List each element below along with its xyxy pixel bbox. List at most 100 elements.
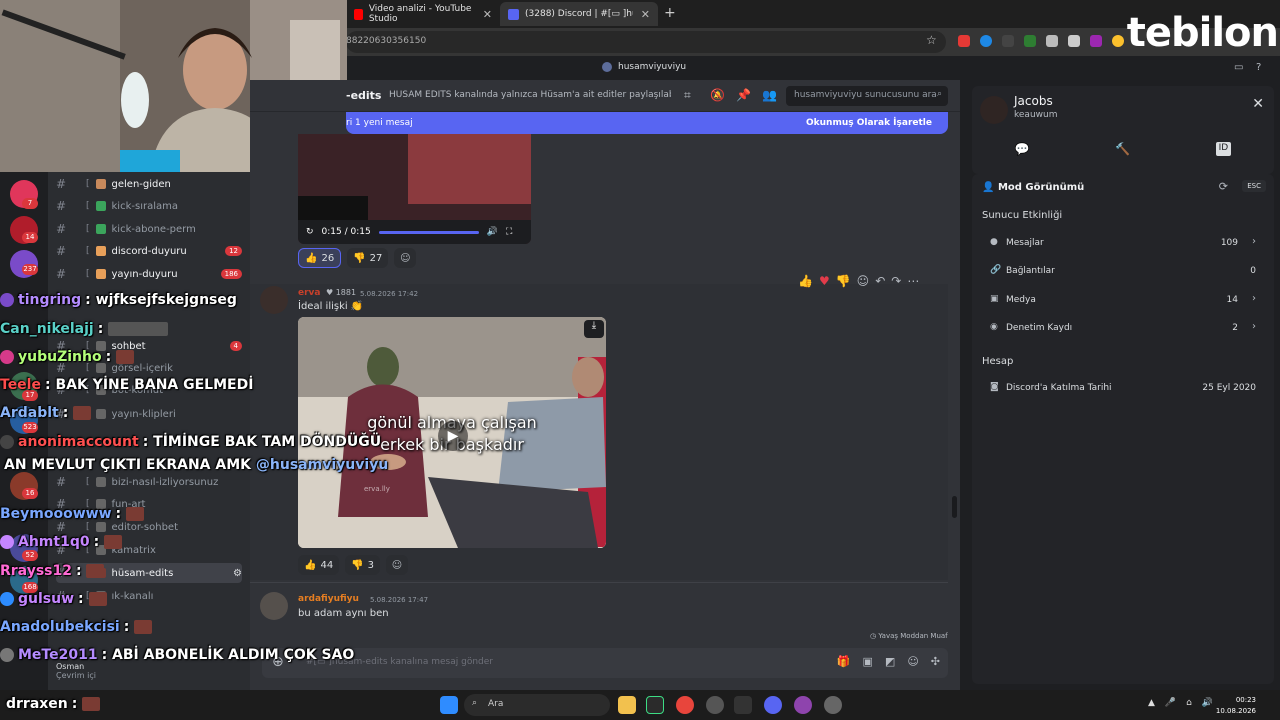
message-bubble-icon[interactable]: 💬: [1015, 142, 1030, 156]
apps-icon[interactable]: ✣: [931, 655, 940, 668]
channel-item[interactable]: # [kick-sıralama: [56, 196, 242, 216]
user-panel[interactable]: Osman Çevrim içi: [56, 662, 96, 680]
gif-icon[interactable]: ▣: [863, 655, 873, 668]
channel-topic[interactable]: HÜSAM EDİTS kanalında yalnızca Hüsam'a a…: [389, 90, 671, 100]
channel-item[interactable]: # [gelen-giden: [56, 174, 242, 194]
hammer-icon[interactable]: 🔨: [1115, 142, 1130, 156]
tab-discord[interactable]: (3288) Discord | #[▭ ]hüsam-e ✕: [500, 2, 658, 26]
sticker-icon[interactable]: ◩: [885, 655, 895, 668]
mention-badge: 186: [220, 269, 242, 279]
obs-icon[interactable]: [794, 696, 812, 714]
activity-row-media[interactable]: ▣ Medya 14 ›: [982, 291, 1262, 311]
reaction-thumbs-up[interactable]: 👍 26: [298, 248, 342, 268]
pin-icon[interactable]: 📌: [736, 88, 751, 102]
extension-icon[interactable]: [1046, 35, 1058, 47]
help-icon[interactable]: ?: [1256, 62, 1261, 73]
emoji-icon: [95, 477, 106, 487]
chevron-up-icon[interactable]: ▲: [1148, 698, 1155, 708]
terminal-icon[interactable]: [734, 696, 752, 714]
gift-icon[interactable]: 🎁: [837, 655, 851, 668]
windows-start-icon[interactable]: [440, 696, 458, 714]
chat-emote: [108, 322, 169, 336]
more-icon[interactable]: ⋯: [907, 274, 919, 288]
close-icon[interactable]: ✕: [1252, 96, 1264, 112]
reaction-thumbs-down[interactable]: 👎 27: [347, 248, 389, 268]
members-icon[interactable]: 👥: [762, 88, 777, 102]
bracket: [: [86, 477, 90, 487]
new-messages-bar[interactable]: ri 1 yeni mesaj Okunmuş Olarak İşaretle: [346, 112, 948, 134]
inbox-icon[interactable]: ▭: [1234, 62, 1243, 73]
download-icon[interactable]: ⤓: [584, 320, 604, 338]
replay-icon[interactable]: ↻: [306, 227, 314, 237]
threads-icon[interactable]: ⌗: [684, 88, 691, 103]
tab-youtube-studio[interactable]: Video analizi - YouTube Studio ✕: [346, 2, 500, 26]
app-icon[interactable]: [824, 696, 842, 714]
extension-icon[interactable]: [1002, 35, 1014, 47]
activity-row-audit-log[interactable]: ◉ Denetim Kaydı 2 ›: [982, 319, 1262, 339]
add-reaction-icon[interactable]: ☺: [857, 274, 870, 288]
activity-row-messages[interactable]: ● Mesajlar 109 ›: [982, 234, 1262, 254]
new-tab-button[interactable]: +: [664, 5, 676, 21]
hash-icon: #: [56, 520, 67, 534]
reply-icon[interactable]: ↶: [875, 274, 885, 288]
file-explorer-icon[interactable]: [618, 696, 636, 714]
scrollbar[interactable]: [952, 496, 957, 518]
emoji-icon[interactable]: ☺: [907, 655, 918, 668]
chat-message: : ABİ ABONELİK ALDIM ÇOK SAO: [101, 647, 355, 663]
network-icon[interactable]: ⌂: [1186, 698, 1192, 708]
extension-icon[interactable]: [980, 35, 992, 47]
mod-view-section: 👤 Mod Görünümü ⟳ ESC Sunucu Etkinliği ● …: [972, 174, 1274, 684]
chrome-icon[interactable]: [676, 696, 694, 714]
extension-icon[interactable]: [1068, 35, 1080, 47]
esc-button[interactable]: ESC: [1242, 180, 1266, 192]
extension-icon[interactable]: [958, 35, 970, 47]
message-composer[interactable]: ⊕ #[▭ ]hüsam-edits kanalına mesaj gönder…: [262, 648, 948, 678]
search-icon: ⌕: [936, 89, 942, 99]
channel-item[interactable]: # [discord-duyuru 12: [56, 241, 242, 261]
refresh-icon[interactable]: ⟳: [1219, 180, 1228, 193]
thumbs-down-icon[interactable]: 👎: [836, 274, 851, 288]
heart-icon[interactable]: ♥: [819, 274, 830, 288]
chat-user: Can_nikelajj: [0, 321, 94, 337]
check-icon: [95, 201, 106, 211]
reaction-emoji: 👍: [305, 252, 318, 264]
play-icon[interactable]: ▶: [438, 421, 468, 451]
avatar[interactable]: [980, 96, 1008, 124]
row-value: 2: [1232, 323, 1238, 333]
settings-icon[interactable]: [706, 696, 724, 714]
extension-icon[interactable]: [1024, 35, 1036, 47]
thumbs-up-icon[interactable]: 👍: [798, 274, 813, 288]
extension-icon[interactable]: [1090, 35, 1102, 47]
server-badge: 523: [22, 422, 38, 433]
forward-icon[interactable]: ↷: [891, 274, 901, 288]
search-input[interactable]: husamviyuviyu sunucusunu ara ⌕: [786, 86, 948, 106]
app-icon[interactable]: [646, 696, 664, 714]
omnibox[interactable]: 88220630356150: [346, 31, 946, 53]
volume-icon[interactable]: 🔊: [1202, 698, 1213, 708]
discord-icon[interactable]: [764, 696, 782, 714]
microphone-icon[interactable]: 🎤: [1165, 698, 1176, 708]
close-icon[interactable]: ✕: [641, 8, 650, 21]
chevron-right-icon: ›: [1252, 321, 1256, 332]
add-reaction-icon[interactable]: ☺: [394, 248, 417, 268]
taskbar-search[interactable]: ⌕ Ara: [464, 694, 610, 716]
close-icon[interactable]: ✕: [483, 8, 492, 21]
chat-emote: [82, 697, 101, 711]
notification-bell-icon[interactable]: 🔕: [710, 88, 725, 102]
channel-item[interactable]: # [yayın-duyuru 186: [56, 264, 242, 284]
extension-icon[interactable]: [1112, 35, 1124, 47]
taskbar-clock[interactable]: 00:23 10.08.2026: [1216, 695, 1256, 717]
volume-icon[interactable]: 🔊: [487, 227, 498, 237]
mark-as-read-button[interactable]: Okunmuş Olarak İşaretle: [806, 118, 932, 128]
video-progress-bar[interactable]: [378, 230, 479, 234]
chat-user: MeTe2011: [18, 647, 98, 663]
channel-item[interactable]: # [kick-abone-perm: [56, 219, 242, 239]
id-icon[interactable]: ID: [1215, 142, 1232, 156]
add-reaction-icon[interactable]: ☺: [386, 555, 409, 575]
chat-emote: [88, 592, 107, 606]
bookmark-star-icon[interactable]: ☆: [926, 33, 937, 47]
channel-item[interactable]: # [bizi-nasıl-izliyorsunuz: [56, 472, 242, 492]
fullscreen-icon[interactable]: ⛶: [506, 227, 512, 237]
chat-user: yubuZinho: [18, 349, 102, 365]
taskbar: drraxen: ⌕ Ara ▲ 🎤 ⌂ 🔊 00:23 10.08.2026: [0, 690, 1280, 720]
